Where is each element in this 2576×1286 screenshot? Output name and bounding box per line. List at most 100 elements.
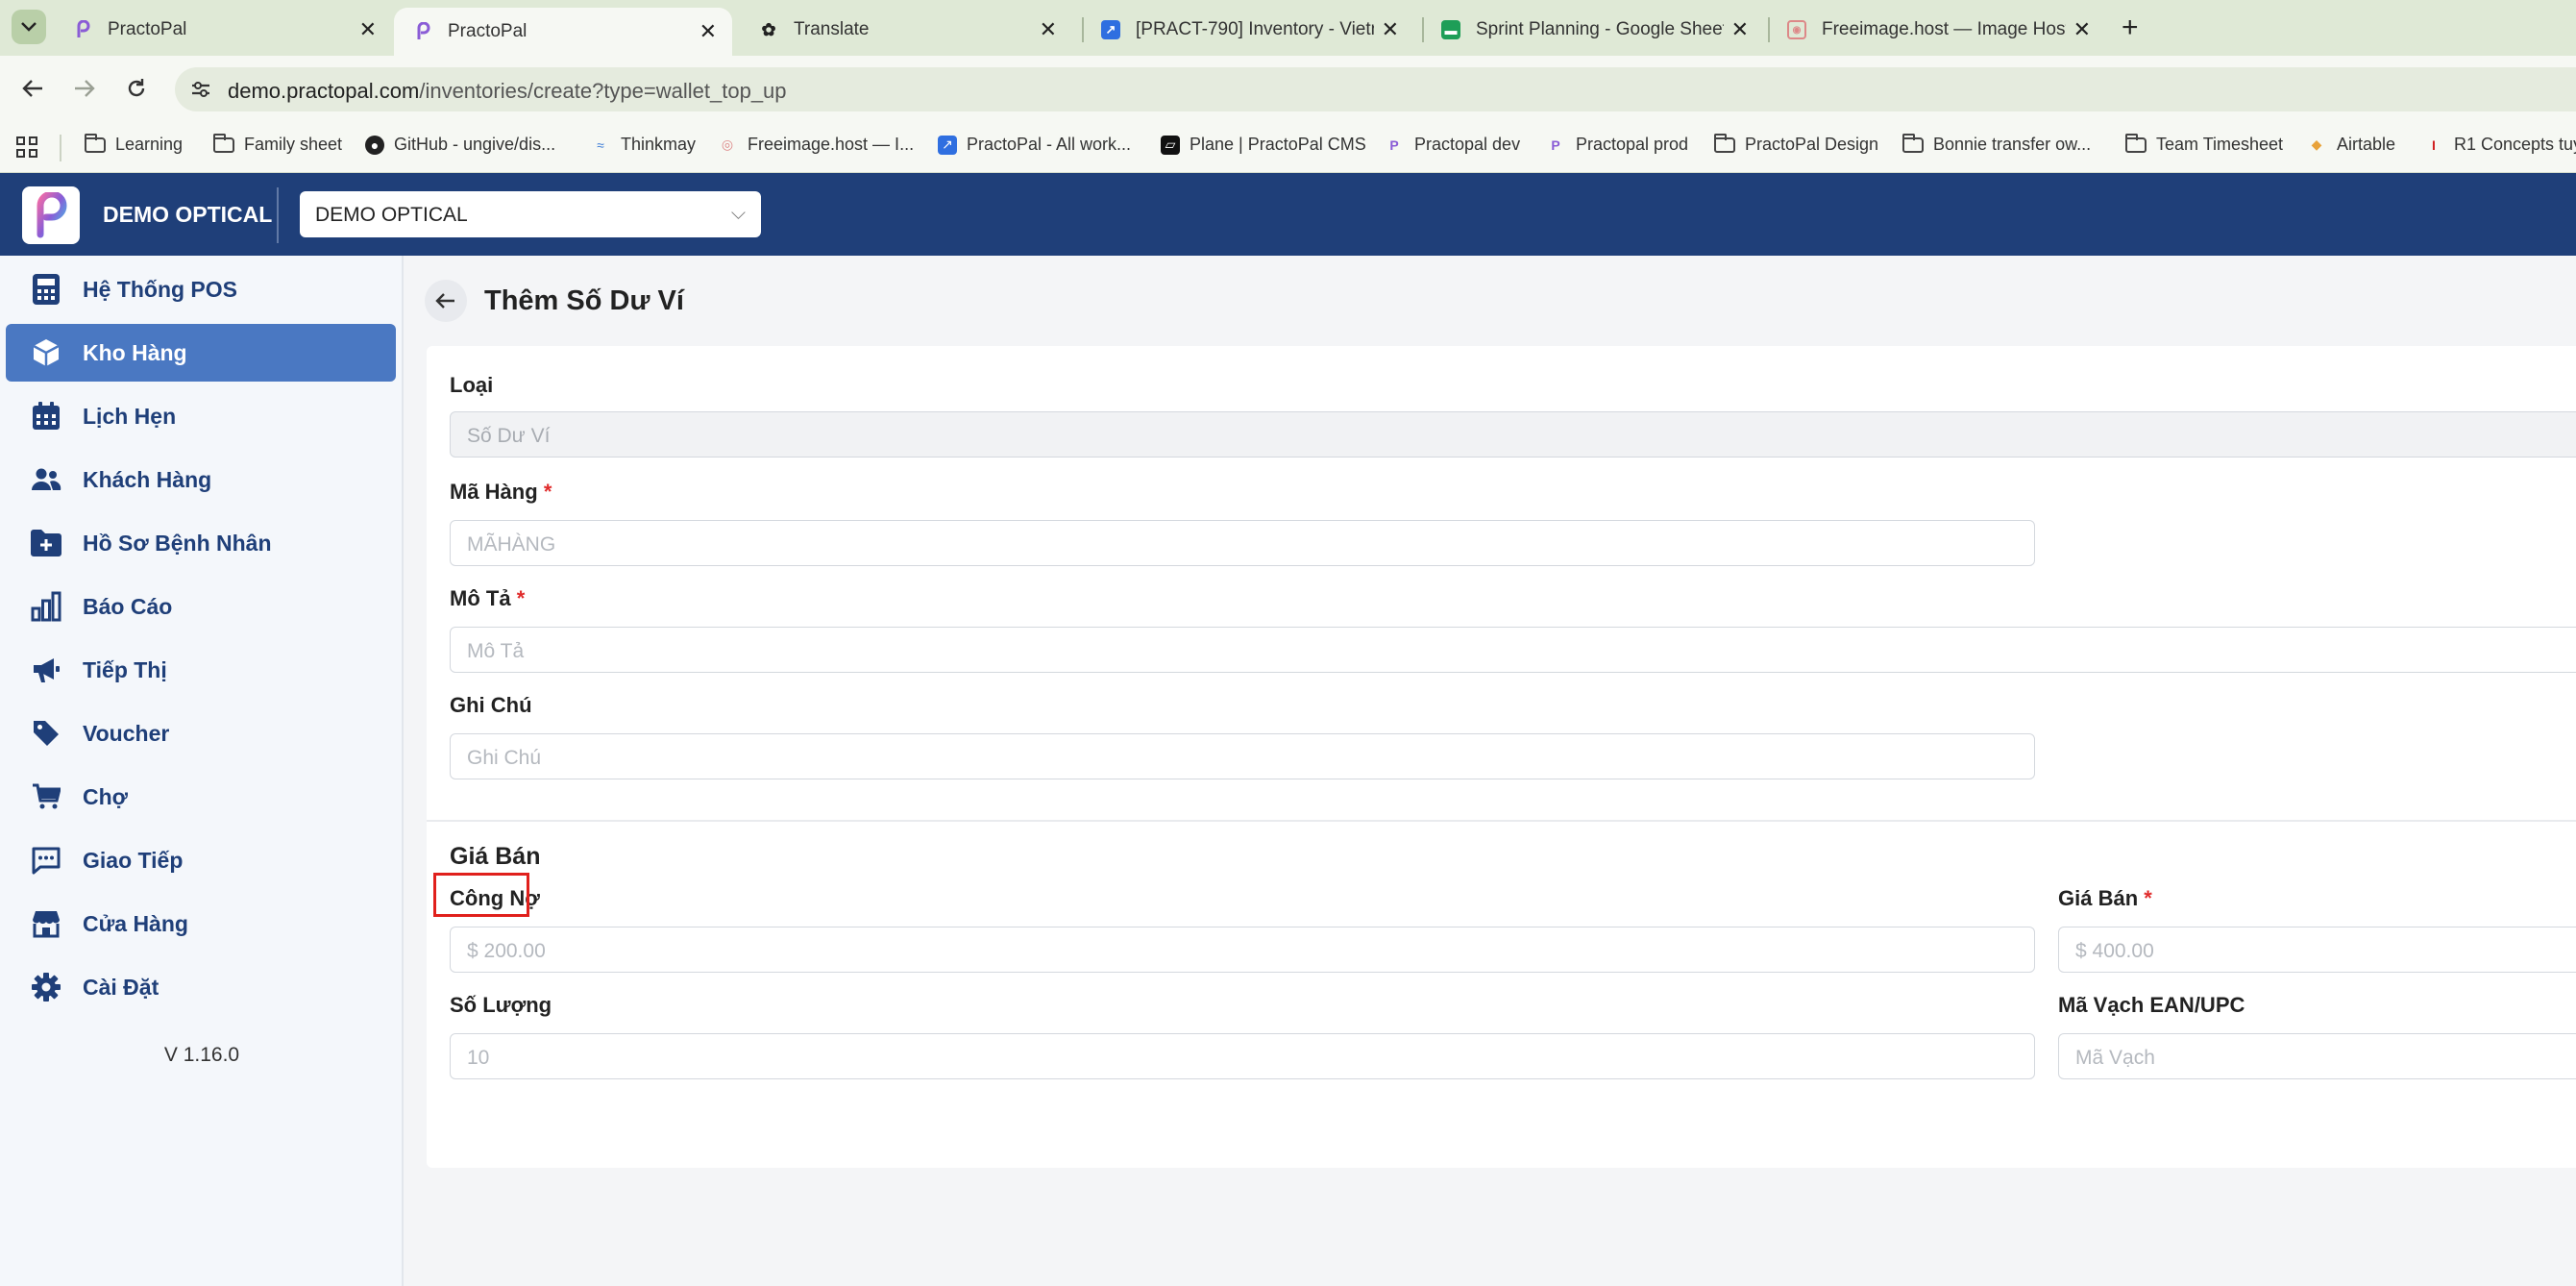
tab-search-button[interactable]: [12, 10, 46, 44]
megaphone-icon: [29, 653, 63, 687]
users-icon: [29, 462, 63, 497]
close-icon[interactable]: ✕: [1382, 17, 1399, 42]
close-icon[interactable]: ✕: [699, 19, 717, 44]
bookmark-1[interactable]: Family sheet: [213, 133, 342, 155]
required-mark: *: [2144, 886, 2152, 910]
quantity-input[interactable]: 10: [450, 1033, 2035, 1079]
bookmark-label: Practopal dev: [1414, 135, 1521, 154]
sidebar-item-voucher[interactable]: Voucher: [6, 705, 396, 762]
close-icon[interactable]: ✕: [359, 17, 377, 42]
sidebar-item-label: Voucher: [83, 720, 170, 746]
store-select[interactable]: DEMO OPTICAL ⌵: [300, 191, 761, 237]
sidebar-item-communication[interactable]: Giao Tiếp: [6, 831, 396, 889]
bookmark-9[interactable]: PractoPal Design: [1714, 133, 1879, 155]
browser-tab-3[interactable]: ↗ [PRACT-790] Inventory - Vietnam ✕: [1082, 8, 1414, 52]
brand-name: DEMO OPTICAL: [103, 202, 273, 227]
apps-button[interactable]: [15, 136, 38, 159]
bookmark-4[interactable]: ◎ Freeimage.host — I...: [717, 135, 914, 155]
bookmark-8[interactable]: P Practopal prod: [1545, 135, 1688, 155]
browser-tab-2[interactable]: ✿ Translate ✕: [740, 8, 1072, 52]
bookmark-label: GitHub - ungive/dis...: [394, 135, 556, 154]
address-bar[interactable]: demo.practopal.com/inventories/create?ty…: [175, 67, 2576, 111]
bookmark-separator: [60, 135, 61, 161]
close-icon[interactable]: ✕: [1040, 17, 1057, 42]
bookmark-label: R1 Concepts tuy: [2454, 135, 2576, 154]
url-path: /inventories/create?type=wallet_top_up: [419, 79, 787, 103]
browser-tab-5[interactable]: ◉ Freeimage.host — Image Hosting ✕: [1768, 8, 2106, 52]
folder-icon: [1714, 133, 1735, 155]
bar-chart-icon: [29, 589, 63, 624]
header-divider: [277, 187, 279, 243]
practopal-logo[interactable]: [22, 186, 80, 244]
bookmark-label: PractoPal Design: [1745, 135, 1879, 154]
bookmark-11[interactable]: Team Timesheet: [2125, 133, 2283, 155]
calendar-icon: [29, 399, 63, 433]
jira-icon: ↗: [938, 135, 957, 155]
sidebar-item-appointments[interactable]: Lịch Hẹn: [6, 387, 396, 445]
app-version: V 1.16.0: [163, 1044, 240, 1066]
cost-input[interactable]: $ 200.00: [450, 927, 2035, 973]
note-input[interactable]: Ghi Chú: [450, 733, 2035, 779]
bookmark-2[interactable]: ● GitHub - ungive/dis...: [365, 135, 555, 155]
browser-tab-0[interactable]: PractoPal ✕: [54, 8, 392, 52]
bookmark-10[interactable]: Bonnie transfer ow...: [1902, 133, 2091, 155]
calculator-icon: [29, 272, 63, 307]
bookmark-5[interactable]: ↗ PractoPal - All work...: [938, 135, 1131, 155]
sidebar-item-customers[interactable]: Khách Hàng: [6, 451, 396, 508]
bookmark-12[interactable]: ◆ Airtable: [2306, 135, 2395, 155]
app-header: DEMO OPTICAL DEMO OPTICAL ⌵: [0, 173, 2576, 256]
sidebar-item-stores[interactable]: Cửa Hàng: [6, 895, 396, 952]
arrow-right-icon: [75, 80, 95, 97]
description-input[interactable]: Mô Tả: [450, 627, 2576, 673]
arrow-left-icon: [435, 293, 454, 309]
form-card: Loại Số Dư Ví Mã Hàng * MÃHÀNG Mô Tả * M…: [427, 346, 2576, 1168]
site-settings-icon[interactable]: [188, 77, 213, 102]
medical-folder-icon: [29, 526, 63, 560]
sidebar-item-patient-records[interactable]: Hồ Sơ Bệnh Nhân: [6, 514, 396, 572]
sidebar-item-marketplace[interactable]: Chợ: [6, 768, 396, 826]
price-input[interactable]: $ 400.00: [2058, 927, 2576, 973]
folder-icon: [2125, 133, 2147, 155]
bookmark-0[interactable]: Learning: [85, 133, 184, 155]
barcode-input[interactable]: Mã Vạch: [2058, 1033, 2576, 1079]
bookmark-13[interactable]: I R1 Concepts tuy: [2423, 135, 2576, 155]
close-icon[interactable]: ✕: [2073, 17, 2091, 42]
bookmark-label: Thinkmay: [621, 135, 697, 154]
bookmark-6[interactable]: ▱ Plane | PractoPal CMS: [1161, 135, 1366, 155]
sidebar-item-reports[interactable]: Báo Cáo: [6, 578, 396, 635]
new-tab-button[interactable]: +: [2122, 12, 2139, 44]
browser-tab-1[interactable]: PractoPal ✕: [394, 8, 732, 56]
sku-input[interactable]: MÃHÀNG: [450, 520, 2035, 566]
tab-title: Translate: [794, 19, 870, 39]
url-text[interactable]: demo.practopal.com/inventories/create?ty…: [228, 79, 787, 104]
price-section-title: Giá Bán: [450, 843, 541, 870]
back-button[interactable]: [425, 280, 467, 322]
tab-title: PractoPal: [448, 21, 527, 41]
forward-button[interactable]: [65, 69, 104, 108]
annotation-highlight-box: [433, 873, 529, 917]
bookmarks-bar: Learning Family sheet ● GitHub - ungive/d…: [0, 123, 2576, 173]
sidebar-item-pos[interactable]: Hệ Thống POS: [6, 260, 396, 318]
bookmark-7[interactable]: P Practopal dev: [1384, 135, 1520, 155]
sidebar-item-settings[interactable]: Cài Đặt: [6, 958, 396, 1016]
back-button[interactable]: [13, 69, 52, 108]
sidebar: Hệ Thống POS Kho Hàng Lịch Hẹn Khách Hàn…: [0, 256, 404, 1286]
browser-tab-4[interactable]: ▬ Sprint Planning - Google Sheets ✕: [1422, 8, 1764, 52]
freeimage-icon: ◎: [721, 136, 734, 152]
chevron-down-icon: [21, 22, 37, 32]
url-host: demo.practopal.com: [228, 79, 420, 103]
sidebar-item-inventory[interactable]: Kho Hàng: [6, 324, 396, 382]
bookmark-label: Learning: [115, 135, 184, 154]
sidebar-item-marketing[interactable]: Tiếp Thị: [6, 641, 396, 699]
reload-button[interactable]: [117, 69, 156, 108]
bookmark-3[interactable]: ≈ Thinkmay: [590, 135, 696, 155]
airtable-icon: ◆: [2311, 136, 2322, 152]
required-mark: *: [543, 480, 552, 504]
bookmark-label: PractoPal - All work...: [967, 135, 1132, 154]
tab-title: [PRACT-790] Inventory - Vietnam: [1136, 19, 1374, 39]
required-mark: *: [516, 586, 526, 610]
tab-title: PractoPal: [108, 19, 187, 39]
chat-icon: [29, 843, 63, 878]
close-icon[interactable]: ✕: [1731, 17, 1749, 42]
tab-title: Sprint Planning - Google Sheets: [1476, 19, 1724, 39]
